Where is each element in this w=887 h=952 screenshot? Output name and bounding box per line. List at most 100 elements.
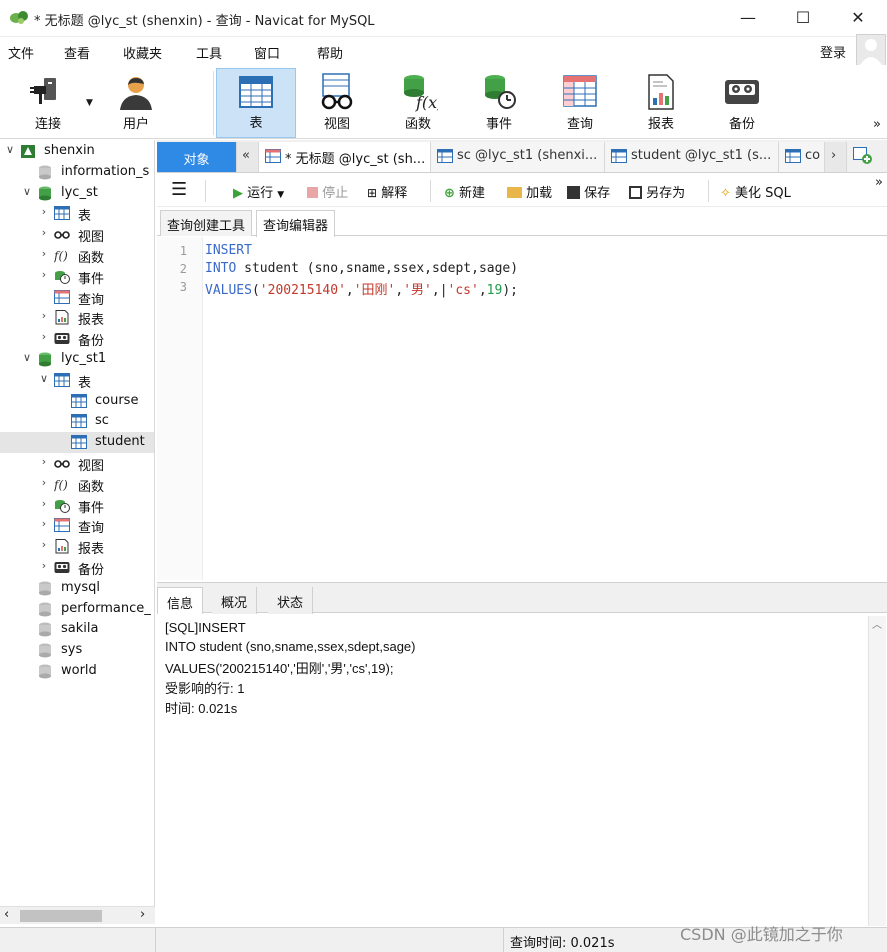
- backup-button[interactable]: 备份: [702, 68, 782, 138]
- connect-button[interactable]: 连接 ▼: [8, 68, 93, 138]
- query-toolbar-overflow-icon[interactable]: »: [875, 175, 883, 190]
- scroll-right-icon[interactable]: ›: [140, 907, 145, 922]
- tree-item[interactable]: › 视图: [0, 224, 154, 245]
- expand-arrow-icon[interactable]: ∨: [4, 143, 16, 156]
- tree-item[interactable]: › f() 函数: [0, 245, 154, 266]
- menu-file[interactable]: 文件: [8, 43, 34, 62]
- collapse-arrow-icon[interactable]: ›: [38, 205, 50, 218]
- collapse-arrow-icon[interactable]: ›: [38, 476, 50, 489]
- hamburger-menu-icon[interactable]: ☰: [171, 179, 187, 200]
- save-as-button[interactable]: 另存为: [629, 182, 685, 201]
- tree-item[interactable]: ∨ 表: [0, 370, 154, 391]
- collapse-arrow-icon[interactable]: ›: [38, 309, 50, 322]
- tree-item[interactable]: sys: [0, 640, 154, 661]
- tree-item[interactable]: › 表: [0, 203, 154, 225]
- tab-student-table[interactable]: student @lyc_st1 (s...: [605, 142, 779, 172]
- stop-button[interactable]: 停止: [307, 182, 348, 201]
- menu-window[interactable]: 窗口: [254, 43, 280, 62]
- query-button[interactable]: 查询: [540, 68, 620, 138]
- expand-arrow-icon[interactable]: ∨: [21, 351, 33, 364]
- tree-item[interactable]: mysql: [0, 578, 154, 599]
- tree-item[interactable]: › 视图: [0, 453, 154, 474]
- report-button[interactable]: 报表: [621, 68, 701, 138]
- tree-item[interactable]: performance_: [0, 599, 154, 620]
- new-button[interactable]: ⊕ 新建: [444, 182, 485, 201]
- close-button[interactable]: ✕: [835, 0, 881, 37]
- minimize-button[interactable]: —: [725, 0, 771, 37]
- maximize-button[interactable]: ☐: [780, 0, 826, 37]
- view-icon: [54, 460, 70, 468]
- result-vertical-scrollbar[interactable]: ︿: [868, 616, 886, 926]
- collapse-arrow-icon[interactable]: ›: [38, 247, 50, 260]
- tab-objects[interactable]: 对象: [157, 142, 237, 172]
- save-button[interactable]: 保存: [567, 182, 610, 201]
- tree-item[interactable]: › 查询: [0, 515, 154, 536]
- collapse-arrow-icon[interactable]: ›: [38, 517, 50, 530]
- toolbar-overflow-icon[interactable]: »: [873, 117, 881, 132]
- menu-tools[interactable]: 工具: [196, 43, 222, 62]
- tree-item[interactable]: information_s: [0, 162, 154, 183]
- collapse-arrow-icon[interactable]: ›: [38, 268, 50, 281]
- menu-help[interactable]: 帮助: [317, 43, 343, 62]
- tree-item[interactable]: › 报表: [0, 307, 154, 328]
- tab-status[interactable]: 状态: [268, 587, 314, 614]
- tab-query-builder[interactable]: 查询创建工具: [160, 210, 253, 236]
- tree-item[interactable]: world: [0, 661, 154, 682]
- new-tab-button[interactable]: [853, 147, 873, 169]
- tab-message[interactable]: 信息: [157, 587, 204, 614]
- tree-item[interactable]: sc: [0, 411, 154, 432]
- tab-next-button[interactable]: ›: [825, 142, 847, 172]
- scroll-up-icon[interactable]: ︿: [872, 616, 882, 631]
- collapse-arrow-icon[interactable]: ›: [38, 497, 50, 510]
- view-button[interactable]: 视图: [297, 68, 377, 138]
- tree-item[interactable]: sakila: [0, 619, 154, 640]
- tree-item[interactable]: › 事件: [0, 266, 154, 287]
- table-button[interactable]: 表: [216, 68, 296, 138]
- tree-item[interactable]: › 备份: [0, 557, 154, 578]
- tab-query-editor[interactable]: 查询编辑器: [256, 210, 336, 237]
- function-icon: f(): [54, 249, 68, 263]
- load-button[interactable]: 加载: [507, 182, 552, 201]
- scroll-left-icon[interactable]: ‹: [4, 907, 9, 922]
- view-label: 视图: [323, 117, 350, 132]
- function-button[interactable]: f(x) 函数: [378, 68, 458, 138]
- collapse-arrow-icon[interactable]: ›: [38, 330, 50, 343]
- tab-untitled-query[interactable]: * 无标题 @lyc_st (sh...: [259, 142, 431, 172]
- tree-item[interactable]: › 事件: [0, 495, 154, 516]
- login-link[interactable]: 登录: [820, 42, 846, 61]
- collapse-arrow-icon[interactable]: ›: [38, 226, 50, 239]
- tree-item[interactable]: › f() 函数: [0, 474, 154, 495]
- tab-sc-table[interactable]: sc @lyc_st1 (shenxi...: [431, 142, 605, 172]
- tree-item-label: 表: [78, 209, 92, 225]
- collapse-arrow-icon[interactable]: ›: [38, 538, 50, 551]
- sql-editor[interactable]: 1 2 3 INSERT INTO student (sno,sname,sse…: [157, 237, 887, 580]
- collapse-arrow-icon[interactable]: ›: [38, 455, 50, 468]
- tree-item[interactable]: › 报表: [0, 536, 154, 557]
- sidebar-horizontal-scrollbar[interactable]: ‹ ›: [0, 906, 155, 924]
- menu-view[interactable]: 查看: [64, 43, 90, 62]
- expand-arrow-icon[interactable]: ∨: [21, 185, 33, 198]
- menu-favorites[interactable]: 收藏夹: [123, 43, 162, 62]
- connect-dropdown-icon[interactable]: ▼: [86, 98, 93, 108]
- collapse-arrow-icon[interactable]: ›: [38, 559, 50, 572]
- scrollbar-thumb[interactable]: [20, 910, 102, 922]
- tab-course-table[interactable]: co: [779, 142, 825, 172]
- save-as-icon: [629, 186, 642, 199]
- tree-item[interactable]: course: [0, 391, 154, 412]
- event-button[interactable]: 事件: [459, 68, 539, 138]
- tree-item[interactable]: ∨ shenxin: [0, 141, 154, 162]
- tree-item[interactable]: ∨ lyc_st: [0, 183, 154, 204]
- expand-arrow-icon[interactable]: ∨: [38, 372, 50, 385]
- user-button[interactable]: 用户: [96, 68, 176, 138]
- line-number: 1: [179, 244, 187, 258]
- tab-profile[interactable]: 概况: [212, 587, 258, 614]
- explain-button[interactable]: ⊞ 解释: [367, 182, 407, 201]
- tree-item[interactable]: student: [0, 432, 154, 454]
- tree-item[interactable]: ∨ lyc_st1: [0, 349, 154, 370]
- run-button[interactable]: ▶ 运行 ▼: [233, 182, 284, 201]
- avatar[interactable]: [856, 34, 886, 68]
- tree-item[interactable]: › 备份: [0, 328, 154, 349]
- tab-back-button[interactable]: «: [237, 142, 259, 172]
- tree-item[interactable]: 查询: [0, 287, 154, 308]
- beautify-sql-button[interactable]: ✧ 美化 SQL: [720, 182, 791, 201]
